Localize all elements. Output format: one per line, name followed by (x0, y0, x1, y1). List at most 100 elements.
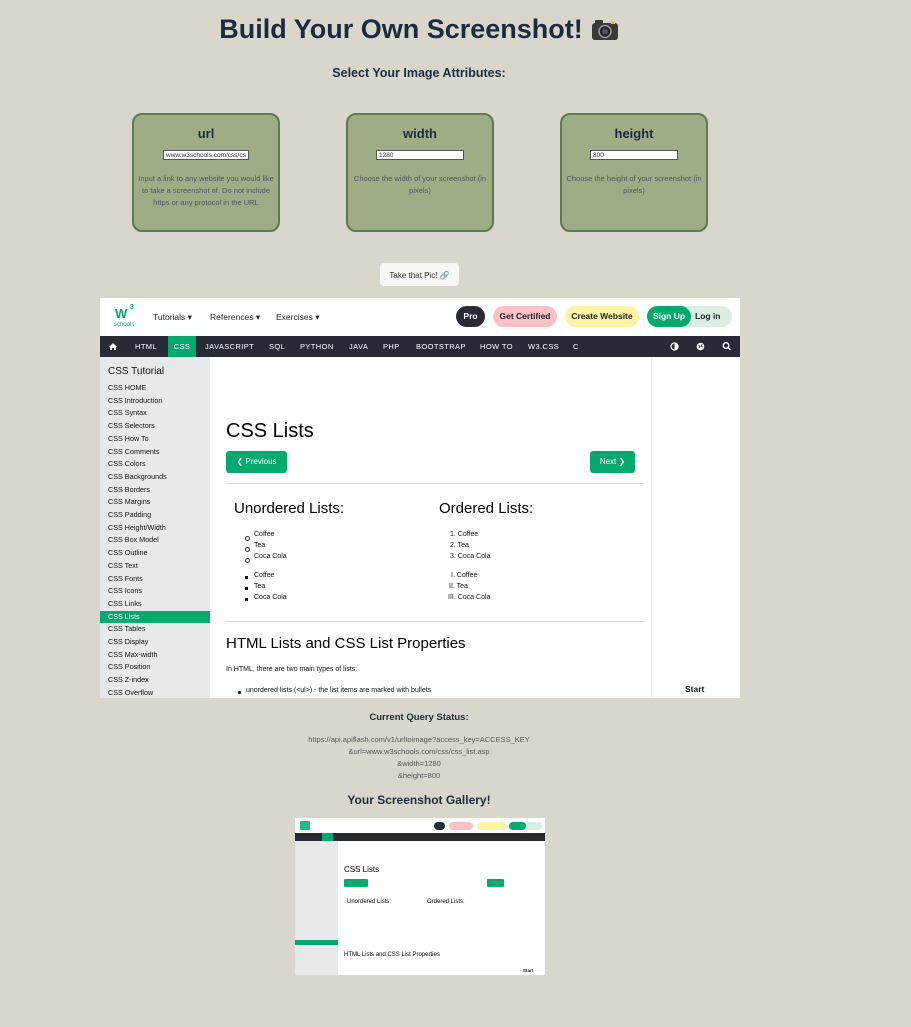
section-text: In HTML, there are two main types of lis… (226, 666, 358, 673)
sidebar-item: CSS Links (108, 598, 142, 608)
nav-how-to: HOW TO (480, 342, 513, 351)
contrast-icon (670, 336, 679, 357)
query-line: &height=800 (397, 771, 441, 780)
logo-w: W (115, 306, 128, 321)
sidebar-item: CSS Tables (108, 624, 146, 634)
sidebar-item: CSS Box Model (108, 535, 159, 545)
preview-topbar: W 3 schools Tutorials ▾ References ▾ Exe… (100, 298, 740, 336)
screenshot-preview: W 3 schools Tutorials ▾ References ▾ Exe… (100, 298, 740, 698)
logo-sup: 3 (130, 304, 134, 311)
query-line: &width=1280 (397, 759, 441, 768)
pill-create-website: Create Website (565, 306, 639, 327)
thumb-next-button (487, 879, 504, 887)
nav-bootstrap: BOOTSTRAP (416, 342, 466, 351)
list-item: 1. Coffee (450, 531, 479, 538)
logo-schools: schools (114, 322, 135, 328)
right-divider (651, 357, 652, 698)
take-pic-button[interactable]: Take that Pic! 🔗 (380, 263, 459, 286)
url-label: url (197, 126, 215, 141)
thumb-topbar (295, 818, 545, 833)
list-item: Coffee (254, 531, 275, 538)
preview-main: CSS Lists ❮ Previous Next ❯ Unordered Li… (210, 357, 644, 698)
sidebar-item: CSS Outline (108, 548, 148, 558)
sidebar-item-active: CSS Lists (100, 610, 210, 623)
sidebar-item: CSS HOME (108, 383, 147, 392)
thumb-sidebar (295, 841, 338, 975)
list-item: Coffee (254, 572, 275, 579)
pill-sign-up: Sign Up (647, 306, 691, 327)
previous-button: ❮ Previous (226, 451, 287, 473)
page-title-text: Build Your Own Screenshot! (219, 14, 583, 44)
thumb-sidebar-active (295, 940, 338, 945)
url-input[interactable] (163, 150, 249, 160)
thumb-logo (300, 821, 310, 830)
start-label: Start (685, 684, 705, 694)
pill-get-certified: Get Certified (493, 306, 557, 327)
list-item: Tea (254, 542, 266, 549)
sidebar-item: CSS Position (108, 662, 151, 672)
sidebar-item: CSS Selectors (108, 421, 155, 431)
height-label: height (614, 126, 654, 141)
thumb-ordered-title: Ordered Lists: (427, 899, 465, 905)
url-help-text: Input a link to any website you would li… (138, 174, 274, 207)
width-card: width Choose the width of your screensho… (346, 113, 494, 232)
sidebar-item: CSS Comments (108, 446, 160, 456)
height-card: height Choose the height of your screens… (560, 113, 708, 232)
menu-references: References ▾ (210, 312, 261, 322)
pill-pro: Pro (456, 306, 485, 327)
list-item: II. Tea (449, 583, 468, 590)
ordered-title: Ordered Lists: (439, 500, 534, 517)
sidebar-item: CSS Padding (108, 510, 152, 519)
pill-auth: Sign Up Log in (647, 306, 732, 327)
nav-sql: SQL (269, 342, 286, 351)
nav-java: JAVA (349, 342, 369, 351)
section-title: HTML Lists and CSS List Properties (226, 635, 466, 652)
sidebar-item: CSS Backgrounds (108, 471, 167, 481)
nav-html: HTML (135, 342, 158, 351)
query-status-title: Current Query Status: (369, 712, 469, 723)
width-help-text: Choose the width of your screenshot (in … (353, 174, 487, 195)
gallery-thumbnail[interactable]: CSS Lists Unordered Lists: Ordered Lists… (295, 818, 545, 975)
next-button: Next ❯ (590, 451, 635, 473)
sidebar-item: CSS Syntax (108, 408, 147, 418)
pill-log-in: Log in (695, 311, 721, 321)
sidebar-item: CSS Margins (108, 497, 151, 507)
gallery-title: Your Screenshot Gallery! (347, 793, 491, 807)
square-bullet (245, 587, 248, 590)
nav-python: PYTHON (300, 342, 334, 351)
list-item: I. Coffee (451, 572, 478, 579)
sidebar-item: CSS How To (108, 433, 149, 443)
list-item: Tea (254, 583, 266, 590)
menu-tutorials: Tutorials ▾ (153, 312, 192, 322)
menu-exercises: Exercises ▾ (276, 312, 320, 322)
nav-css: CSS (168, 336, 196, 357)
nav-php: PHP (383, 342, 400, 351)
sidebar-item: CSS Height/Width (108, 522, 166, 532)
search-icon (722, 336, 732, 357)
disc-bullet (238, 691, 241, 694)
list-item: Coca Cola (254, 594, 287, 601)
divider (226, 483, 644, 484)
divider (226, 621, 644, 622)
height-input[interactable] (590, 150, 678, 160)
width-input[interactable] (376, 150, 464, 160)
sidebar-item: CSS Text (108, 560, 138, 570)
thumb-pill-signup (509, 822, 526, 830)
square-bullet (245, 598, 248, 601)
url-card: url Input a link to any website you woul… (132, 113, 280, 232)
circle-bullet (245, 547, 250, 552)
section-bullet: unordered lists (<ul>) - the list items … (246, 687, 432, 694)
page-title: Build Your Own Screenshot! (0, 14, 838, 45)
thumb-section-title: HTML Lists and CSS List Properties (344, 952, 440, 958)
list-item: 3. Coca Cola (450, 553, 491, 560)
sidebar-title: CSS Tutorial (108, 366, 165, 377)
sidebar-item: CSS Max-width (108, 649, 158, 659)
query-line: https://api.apiflash.com/v1/urltoimage?a… (308, 735, 530, 744)
home-icon (108, 336, 118, 357)
w3schools-logo: W 3 schools (112, 304, 138, 328)
query-line: &url=www.w3schools.com/css/css_list.asp (348, 747, 490, 756)
sidebar-item: CSS Colors (108, 459, 146, 469)
thumb-prev-button (344, 879, 368, 887)
thumb-pill-pro (434, 822, 445, 830)
sidebar-item: CSS Fonts (108, 573, 143, 583)
